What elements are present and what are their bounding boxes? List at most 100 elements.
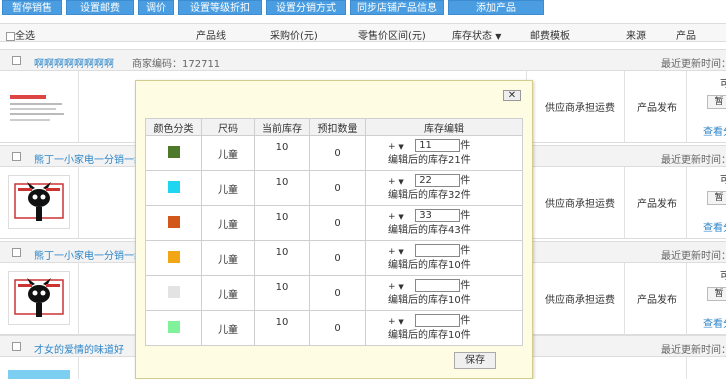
stock-row: 儿童 10 0 + ▼ 件 编辑后的库存10件 [145,275,523,311]
view-distribution-link[interactable]: 查看分 [703,315,726,330]
quantity-input[interactable] [415,244,461,258]
operator-select[interactable]: + ▼ [388,316,412,330]
stock-edit-cell: + ▼ 件 编辑后的库存10件 [365,310,523,346]
reserved-cell: 0 [309,135,366,171]
color-cell [145,135,202,171]
cat-logo-icon [14,182,64,221]
size-cell: 儿童 [201,275,255,311]
chevron-down-icon: ▼ [398,317,404,326]
color-cell [145,170,202,206]
reserved-cell: 0 [309,205,366,241]
view-distribution-link[interactable]: 查看分 [703,219,726,234]
col-stock-status[interactable]: 库存状态 ▼ [452,27,501,42]
chevron-down-icon: ▼ [398,212,404,221]
select-all-checkbox[interactable] [6,31,15,41]
unit-label: 件 [460,280,471,292]
product-checkbox[interactable] [12,152,21,161]
stock-edit-cell: + ▼ 件 编辑后的库存10件 [365,275,523,311]
table-header: 全选 产品线 采购价(元) 零售价区间(元) 库存状态 ▼ 邮费模板 来源 产品 [0,23,726,42]
color-swatch [167,145,180,158]
current-stock-cell: 10 [254,170,310,206]
col-product-line: 产品线 [196,31,226,42]
view-distribution-link[interactable]: 查看分 [703,123,726,138]
product-thumbnail[interactable] [8,175,70,229]
stock-edit-cell: + ▼ 22 件 编辑后的库存32件 [365,170,523,206]
chevron-down-icon: ▼ [398,142,404,151]
reserved-cell: 0 [309,170,366,206]
product-header-row: 啊啊啊啊啊啊啊啊 商家编码：172711 最近更新时间： [0,49,726,71]
product-name-link[interactable]: 啊啊啊啊啊啊啊啊 [34,55,114,70]
merchant-code: 商家编码：172711 [132,59,221,70]
select-all[interactable]: 全选 [6,27,35,42]
status-cell: 可 [720,175,726,186]
operator-value: + [388,141,396,152]
unit-label: 件 [460,315,471,327]
color-swatch [167,320,180,333]
shipping-cell: 供应商承担运费 [545,295,615,306]
operator-select[interactable]: + ▼ [388,176,412,190]
quantity-input[interactable] [415,279,461,293]
chevron-down-icon: ▼ [398,282,404,291]
quantity-input[interactable]: 22 [415,174,461,188]
shipping-cell: 供应商承担运费 [545,103,615,114]
set-shipping-button[interactable]: 设置邮费 [66,0,134,15]
unit-label: 件 [460,210,471,222]
col-purchase-price: 采购价(元) [270,31,318,42]
product-checkbox[interactable] [12,56,21,65]
col-retail-range: 零售价区间(元) [358,31,426,42]
adjust-price-button[interactable]: 调价 [138,0,174,15]
col-stock-edit: 库存编辑 [365,118,523,136]
reserved-cell: 0 [309,275,366,311]
pause-button[interactable]: 暂 [707,95,726,109]
save-button[interactable]: 保存 [454,352,496,369]
operator-value: + [388,316,396,327]
product-thumbnail[interactable] [8,81,70,135]
pause-button[interactable]: 暂 [707,191,726,205]
reserved-cell: 0 [309,240,366,276]
size-cell: 儿童 [201,170,255,206]
reserved-cell: 0 [309,310,366,346]
stock-edit-dialog: ✕ 颜色分类 尺码 当前库存 预扣数量 库存编辑 儿童 10 0 + ▼ 11 件… [135,80,533,379]
add-product-button[interactable]: 添加产品 [448,0,544,15]
source-cell: 产品发布 [637,103,677,114]
col-reserved: 预扣数量 [309,118,366,136]
pause-button[interactable]: 暂 [707,287,726,301]
close-icon[interactable]: ✕ [503,90,521,101]
operator-select[interactable]: + ▼ [388,141,412,155]
operator-select[interactable]: + ▼ [388,246,412,260]
sync-store-button[interactable]: 同步店铺产品信息 [350,0,444,15]
product-name-link[interactable]: 才女的爱情的味道好 [34,341,124,356]
col-product: 产品 [676,31,696,42]
col-color: 颜色分类 [145,118,202,136]
operator-value: + [388,281,396,292]
operator-select[interactable]: + ▼ [388,211,412,225]
edited-stock-label: 编辑后的库存10件 [388,259,471,271]
edited-stock-label: 编辑后的库存32件 [388,189,471,201]
stock-row: 儿童 10 0 + ▼ 件 编辑后的库存10件 [145,310,523,346]
product-checkbox[interactable] [12,248,21,257]
pause-sale-button[interactable]: 暂停销售 [2,0,62,15]
product-thumbnail[interactable] [8,370,70,379]
quantity-input[interactable]: 33 [415,209,461,223]
source-cell: 产品发布 [637,199,677,210]
stock-row: 儿童 10 0 + ▼ 22 件 编辑后的库存32件 [145,170,523,206]
color-swatch [167,215,180,228]
set-distribution-button[interactable]: 设置分销方式 [266,0,346,15]
unit-label: 件 [460,175,471,187]
edited-stock-label: 编辑后的库存43件 [388,224,471,236]
product-checkbox[interactable] [12,342,21,351]
col-stock-status-label: 库存状态 [452,31,492,42]
current-stock-cell: 10 [254,310,310,346]
edited-stock-label: 编辑后的库存21件 [388,154,471,166]
color-swatch [167,285,180,298]
set-level-discount-button[interactable]: 设置等级折扣 [178,0,262,15]
product-thumbnail[interactable] [8,271,70,325]
operator-value: + [388,246,396,257]
quantity-input[interactable]: 11 [415,139,461,153]
color-swatch [167,180,180,193]
color-cell [145,240,202,276]
operator-select[interactable]: + ▼ [388,281,412,295]
caret-down-icon: ▼ [495,32,502,41]
quantity-input[interactable] [415,314,461,328]
unit-label: 件 [460,140,471,152]
